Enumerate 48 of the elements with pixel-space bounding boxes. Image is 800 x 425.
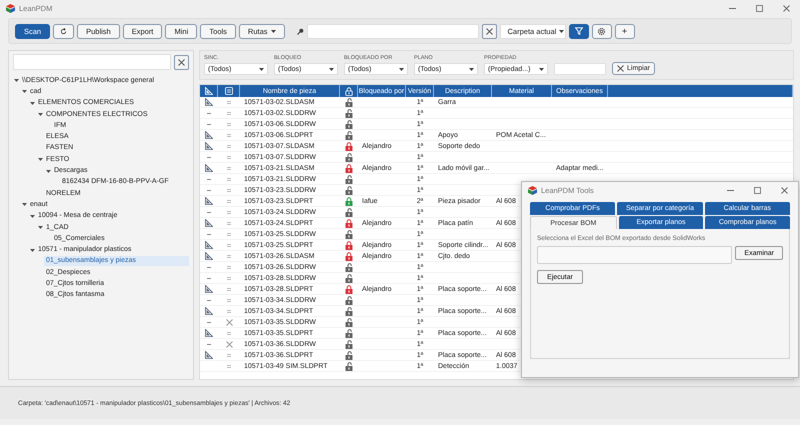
expand-arrow-icon[interactable]: [22, 202, 27, 208]
expand-arrow-icon[interactable]: [30, 248, 35, 253]
cross-icon: [226, 318, 232, 326]
dash-icon: [207, 266, 211, 268]
dash-icon: [207, 156, 211, 158]
app-logo-icon: [528, 186, 537, 195]
expand-arrow-icon[interactable]: [30, 214, 35, 219]
tree-search-field[interactable]: [13, 54, 171, 70]
caret-icon: [399, 68, 404, 70]
file-path-field[interactable]: [537, 246, 732, 264]
caret-icon: [259, 68, 264, 70]
caret-icon: [270, 30, 276, 32]
cross-icon: [226, 340, 232, 348]
filter-button[interactable]: [568, 24, 589, 38]
dash-icon: [207, 112, 211, 114]
maximize-icon[interactable]: [756, 4, 763, 12]
expand-arrow-icon[interactable]: [46, 168, 51, 174]
settings-button[interactable]: [592, 24, 612, 38]
sync-icon: [224, 87, 232, 95]
expand-arrow-icon[interactable]: [38, 225, 43, 230]
property-value-field[interactable]: [554, 63, 606, 75]
caret-icon: [539, 68, 544, 70]
add-button[interactable]: +: [614, 24, 635, 38]
app-logo-icon: [6, 4, 15, 12]
expand-arrow-icon[interactable]: [38, 157, 43, 162]
clear-search-button[interactable]: [482, 24, 497, 38]
search-icon: [296, 28, 304, 34]
close-icon: [783, 4, 790, 12]
expand-arrow-icon[interactable]: [14, 78, 19, 84]
settings-icon: [597, 26, 606, 36]
search-field[interactable]: [306, 24, 479, 38]
dash-icon: [207, 178, 211, 180]
filter-icon: [574, 27, 583, 35]
close-icon: [781, 187, 788, 194]
expand-arrow-icon[interactable]: [30, 100, 35, 106]
caret-icon: [559, 30, 564, 32]
maximize-icon[interactable]: [754, 187, 761, 194]
lock-icon: [344, 86, 352, 96]
caret-icon: [329, 68, 334, 70]
expand-arrow-icon[interactable]: [22, 89, 27, 94]
refresh-icon: [60, 28, 68, 34]
close-icon: [486, 28, 493, 34]
close-icon: [617, 65, 624, 72]
caret-icon: [469, 68, 474, 70]
expand-arrow-icon[interactable]: [38, 112, 43, 118]
close-icon: [178, 58, 185, 66]
refresh-button[interactable]: [53, 24, 74, 38]
clear-tree-search-button[interactable]: [174, 54, 189, 70]
